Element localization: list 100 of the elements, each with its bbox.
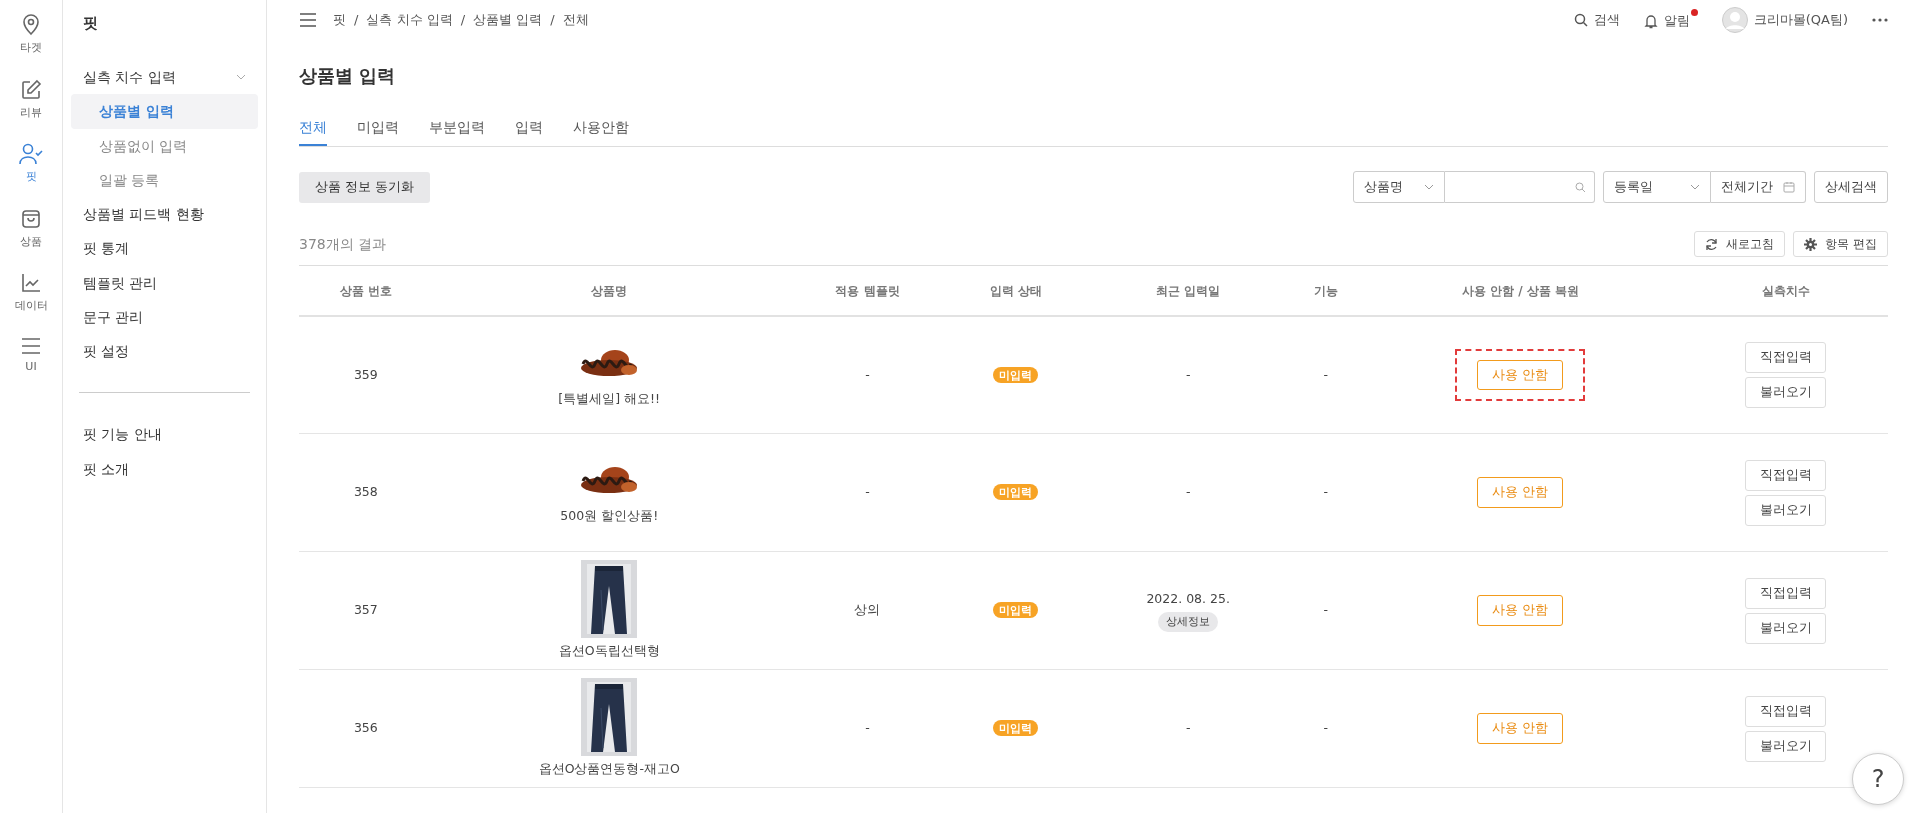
action-button[interactable]: 불러오기 xyxy=(1745,377,1827,408)
table-cell: - xyxy=(785,315,950,434)
chevron-icon xyxy=(1424,184,1434,191)
action-button[interactable]: 불러오기 xyxy=(1745,730,1827,762)
sidebar-item[interactable]: 실측 치수 입력 xyxy=(71,60,258,95)
edit-icon xyxy=(20,78,42,101)
tab[interactable]: 미입력 xyxy=(357,117,399,147)
menu-icon xyxy=(20,336,42,355)
search-icon xyxy=(1573,13,1588,27)
table-cell: - xyxy=(1293,315,1358,434)
breadcrumb-link[interactable]: 상품별 입력 xyxy=(473,10,543,30)
nav-rail-item[interactable]: 핏 xyxy=(0,131,62,196)
status-badge: 미입력 xyxy=(993,484,1039,501)
nav-rail-item[interactable]: 데이터 xyxy=(0,260,62,325)
search-type-select[interactable]: 상품명 xyxy=(1353,171,1445,204)
menu-icon[interactable] xyxy=(299,13,317,27)
sidebar-link[interactable]: 핏 소개 xyxy=(71,451,258,486)
sidebar-item[interactable]: 상품별 피드백 현황 xyxy=(71,197,258,232)
action-button[interactable]: 직접입력 xyxy=(1745,696,1827,727)
date-text: 2022. 08. 25. xyxy=(1145,589,1231,608)
calendar-icon xyxy=(1783,181,1795,194)
nav-rail-item[interactable]: 상품 xyxy=(0,195,62,260)
search-icon xyxy=(1575,181,1586,193)
bell-icon xyxy=(1643,13,1658,29)
table-cell: - xyxy=(1293,669,1358,788)
result-count: 378개의 결과 xyxy=(299,234,387,254)
status-badge: 미입력 xyxy=(993,602,1039,619)
sidebar-subitem[interactable]: 상품별 입력 xyxy=(71,94,258,129)
search-link[interactable]: 검색 xyxy=(1573,10,1620,30)
chevron-icon xyxy=(236,74,246,81)
sidebar-item[interactable]: 핏 설정 xyxy=(71,334,258,369)
sidebar-item[interactable]: 문구 관리 xyxy=(71,299,258,334)
nav-rail-item[interactable]: UI xyxy=(0,324,62,385)
table-cell: 상의 xyxy=(785,551,950,670)
sidebar-title: 핏 xyxy=(82,13,99,34)
action-button[interactable]: 직접입력 xyxy=(1745,460,1827,491)
column-header: 사용 안함 / 상품 복원 xyxy=(1357,265,1684,316)
breadcrumb-separator: / xyxy=(460,11,466,30)
breadcrumb-link[interactable]: 실측 치수 입력 xyxy=(366,10,453,30)
product-name: [특별세일] 해요!! xyxy=(557,389,662,408)
nav-rail-item[interactable]: 리뷰 xyxy=(0,66,62,131)
help-button[interactable]: ? xyxy=(1852,753,1904,805)
table-cell: - xyxy=(1293,551,1358,670)
chart-icon xyxy=(20,272,42,294)
action-button[interactable]: 직접입력 xyxy=(1745,578,1827,609)
page-title: 상품별 입력 xyxy=(299,64,397,88)
table-cell: 356 xyxy=(299,669,433,788)
sidebar-link[interactable]: 핏 기능 안내 xyxy=(71,417,258,452)
breadcrumb-link[interactable]: 핏 xyxy=(333,10,346,30)
breadcrumb-link[interactable]: 전체 xyxy=(562,10,589,30)
edit-columns-button[interactable]: 항목 편집 xyxy=(1793,231,1888,258)
breadcrumb-separator: / xyxy=(550,11,555,30)
user-menu[interactable]: 크리마몰(QA팀) xyxy=(1721,7,1848,33)
date-text: - xyxy=(1184,719,1192,738)
refresh-button[interactable]: 새로고침 xyxy=(1694,231,1786,258)
sidebar-item[interactable]: 템플릿 관리 xyxy=(71,265,258,300)
search-field[interactable] xyxy=(1445,171,1595,204)
tab[interactable]: 전체 xyxy=(299,117,327,147)
avatar-icon xyxy=(1721,7,1748,33)
bag-icon xyxy=(20,207,42,230)
column-header: 적용 템플릿 xyxy=(785,265,950,316)
detail-badge[interactable]: 상세정보 xyxy=(1158,612,1219,632)
product-name: 옵션O독립선택형 xyxy=(557,642,661,661)
refresh-icon xyxy=(1705,237,1719,251)
date-type-select[interactable]: 등록일 xyxy=(1603,171,1711,204)
date-text: - xyxy=(1184,483,1192,502)
column-header: 상품명 xyxy=(432,265,786,316)
column-header: 기능 xyxy=(1293,265,1358,316)
sidebar-subitem[interactable]: 일괄 등록 xyxy=(71,162,258,197)
date-text: - xyxy=(1184,365,1192,384)
pin-icon xyxy=(20,12,42,36)
table-cell: - xyxy=(785,433,950,552)
table-cell: - xyxy=(1293,433,1358,552)
column-header: 입력 상태 xyxy=(949,265,1083,316)
sidebar-subitem[interactable]: 상품없이 입력 xyxy=(71,128,258,163)
action-button[interactable]: 불러오기 xyxy=(1745,494,1827,526)
sync-button[interactable]: 상품 정보 동기화 xyxy=(299,171,430,203)
column-header: 최근 입력일 xyxy=(1082,265,1294,316)
action-button[interactable]: 직접입력 xyxy=(1745,342,1827,373)
tab[interactable]: 사용안함 xyxy=(573,117,629,147)
detail-search-button[interactable]: 상세검색 xyxy=(1814,171,1888,204)
column-header: 상품 번호 xyxy=(299,265,433,316)
user-check-icon xyxy=(18,143,44,165)
tab[interactable]: 입력 xyxy=(515,117,543,147)
more-icon[interactable] xyxy=(1872,18,1888,22)
product-name: 옵션O상품연동형-재고O xyxy=(537,760,681,779)
nav-rail-item[interactable]: 타겟 xyxy=(0,0,62,67)
gear-icon xyxy=(1804,237,1818,251)
tab[interactable]: 부분입력 xyxy=(429,117,485,147)
chevron-icon xyxy=(1690,184,1700,191)
period-field[interactable]: 전체기간 xyxy=(1711,171,1806,204)
action-button[interactable]: 불러오기 xyxy=(1745,612,1827,644)
table-cell: 359 xyxy=(299,315,433,434)
table-cell: - xyxy=(785,669,950,788)
status-badge: 미입력 xyxy=(993,720,1039,737)
status-badge: 미입력 xyxy=(993,366,1039,383)
breadcrumb-separator: / xyxy=(354,11,359,30)
column-header: 실측치수 xyxy=(1683,265,1888,316)
alerts-link[interactable]: 알림 xyxy=(1643,9,1698,31)
sidebar-item[interactable]: 핏 통계 xyxy=(71,231,258,266)
